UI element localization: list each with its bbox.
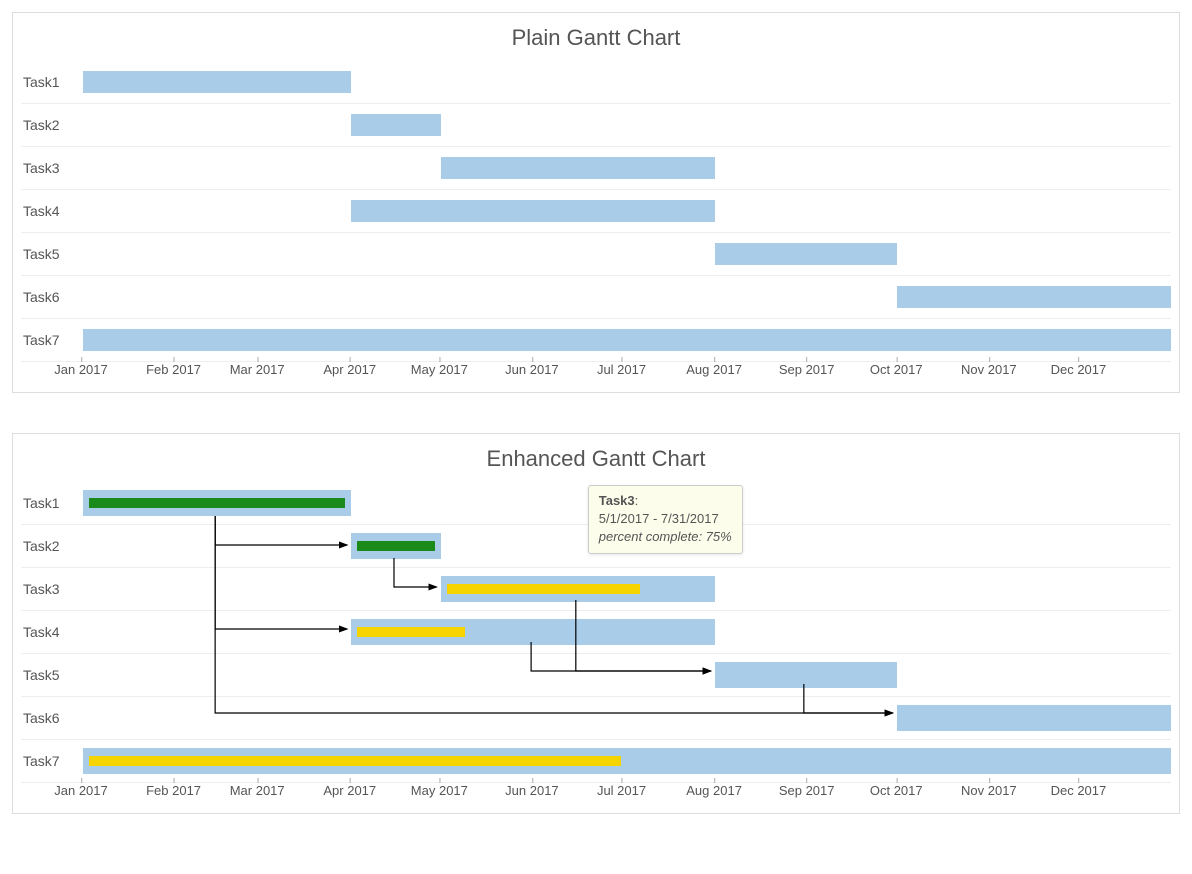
timeline-track — [83, 61, 1171, 103]
task-bar[interactable] — [351, 200, 715, 222]
enhanced-x-axis: Jan 2017 Feb 2017 Mar 2017 Apr 2017 May 2017… — [21, 782, 1171, 809]
axis-tick: Apr 2017 — [323, 783, 376, 798]
gantt-row: Task6 — [21, 697, 1171, 740]
gantt-row: Task6 — [21, 276, 1171, 319]
gantt-row: Task7 — [21, 740, 1171, 783]
task-label: Task2 — [21, 117, 83, 133]
task-bar[interactable] — [83, 329, 1171, 351]
tooltip-range: 5/1/2017 - 7/31/2017 — [599, 511, 719, 526]
plain-gantt-panel: Plain Gantt Chart Task1Task2Task3Task4Ta… — [12, 12, 1180, 393]
axis-tick: Mar 2017 — [230, 783, 285, 798]
axis-tick: Aug 2017 — [686, 362, 742, 377]
progress-bar — [447, 584, 641, 594]
timeline-track — [83, 319, 1171, 361]
task-label: Task4 — [21, 624, 83, 640]
timeline-track — [83, 233, 1171, 275]
task-label: Task3 — [21, 581, 83, 597]
axis-tick: Jul 2017 — [597, 362, 646, 377]
progress-bar — [357, 541, 434, 551]
axis-tick: Jun 2017 — [505, 362, 559, 377]
gantt-row: Task3 — [21, 568, 1171, 611]
axis-tick: May 2017 — [411, 783, 468, 798]
axis-tick: Nov 2017 — [961, 362, 1017, 377]
task-bar[interactable] — [715, 662, 897, 688]
task-bar[interactable] — [83, 71, 351, 93]
axis-tick: Mar 2017 — [230, 362, 285, 377]
gantt-row: Task5 — [21, 233, 1171, 276]
tooltip-task: Task3 — [599, 493, 635, 508]
axis-tick: Nov 2017 — [961, 783, 1017, 798]
axis-tick: Aug 2017 — [686, 783, 742, 798]
axis-tick: Sep 2017 — [779, 362, 835, 377]
task-label: Task2 — [21, 538, 83, 554]
gantt-row: Task7 — [21, 319, 1171, 362]
timeline-track — [83, 276, 1171, 318]
task-label: Task6 — [21, 710, 83, 726]
plain-gantt-body: Task1 Task2 Task3 Task4 Task5 Task6 Task7 — [21, 61, 1171, 362]
axis-tick: Jul 2017 — [597, 783, 646, 798]
axis-tick: May 2017 — [411, 362, 468, 377]
enhanced-gantt-body: Task1 Task2 Task3 Task4 Task5 Task6 Task7 Task3… — [21, 482, 1171, 783]
timeline-track — [83, 568, 1171, 610]
timeline-track — [83, 697, 1171, 739]
axis-tick: Dec 2017 — [1051, 362, 1107, 377]
timeline-track — [83, 740, 1171, 782]
timeline-track — [83, 104, 1171, 146]
gantt-row: Task2 — [21, 104, 1171, 147]
tooltip-percent: percent complete: 75% — [599, 529, 732, 544]
task-label: Task7 — [21, 753, 83, 769]
task-label: Task5 — [21, 667, 83, 683]
plain-x-axis: Jan 2017 Feb 2017 Mar 2017 Apr 2017 May 2017… — [21, 361, 1171, 388]
task-label: Task4 — [21, 203, 83, 219]
task-bar[interactable] — [897, 705, 1171, 731]
axis-tick: Dec 2017 — [1051, 783, 1107, 798]
progress-bar — [89, 498, 345, 508]
axis-tick: Feb 2017 — [146, 783, 201, 798]
timeline-track — [83, 190, 1171, 232]
gantt-row: Task4 — [21, 611, 1171, 654]
task-label: Task5 — [21, 246, 83, 262]
chart-title: Enhanced Gantt Chart — [21, 446, 1171, 472]
timeline-track — [83, 611, 1171, 653]
task-label: Task7 — [21, 332, 83, 348]
enhanced-gantt-panel: Enhanced Gantt Chart Task1Task2Task3Task… — [12, 433, 1180, 814]
task-bar[interactable] — [441, 157, 715, 179]
progress-bar — [357, 627, 465, 637]
task-bar[interactable] — [351, 114, 440, 136]
task-label: Task1 — [21, 74, 83, 90]
timeline-track — [83, 147, 1171, 189]
gantt-row: Task5 — [21, 654, 1171, 697]
axis-tick: Apr 2017 — [323, 362, 376, 377]
progress-bar — [89, 756, 621, 766]
task-bar[interactable] — [715, 243, 897, 265]
task-label: Task3 — [21, 160, 83, 176]
axis-tick: Oct 2017 — [870, 362, 923, 377]
axis-tick: Jun 2017 — [505, 783, 559, 798]
gantt-row: Task4 — [21, 190, 1171, 233]
tooltip: Task3:5/1/2017 - 7/31/2017percent comple… — [588, 485, 743, 554]
axis-tick: Jan 2017 — [54, 362, 108, 377]
chart-title: Plain Gantt Chart — [21, 25, 1171, 51]
task-bar[interactable] — [897, 286, 1171, 308]
axis-tick: Oct 2017 — [870, 783, 923, 798]
gantt-row: Task3 — [21, 147, 1171, 190]
gantt-row: Task1 — [21, 61, 1171, 104]
axis-tick: Feb 2017 — [146, 362, 201, 377]
axis-tick: Sep 2017 — [779, 783, 835, 798]
axis-tick: Jan 2017 — [54, 783, 108, 798]
task-label: Task6 — [21, 289, 83, 305]
task-label: Task1 — [21, 495, 83, 511]
timeline-track — [83, 654, 1171, 696]
